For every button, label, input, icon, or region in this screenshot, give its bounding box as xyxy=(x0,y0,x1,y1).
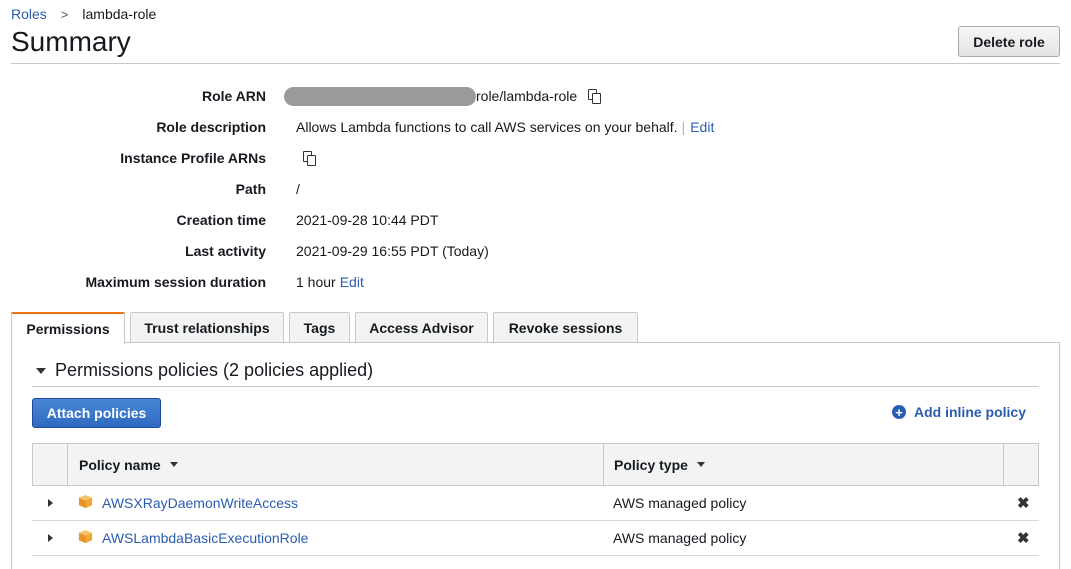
role-description-label: Role description xyxy=(156,119,266,135)
aws-policy-box-icon xyxy=(78,494,93,508)
role-arn-row: Role ARN role/lambda-role xyxy=(0,86,1071,106)
page-title: Summary xyxy=(11,26,131,57)
plus-circle-icon: + xyxy=(892,405,906,419)
sort-caret-icon xyxy=(696,462,705,467)
path-row: Path / xyxy=(0,179,1071,199)
max-session-value: 1 hour xyxy=(296,274,336,290)
last-activity-value: 2021-09-29 16:55 PDT (Today) xyxy=(296,243,489,259)
add-inline-policy-label: Add inline policy xyxy=(914,404,1027,420)
tab-access-advisor[interactable]: Access Advisor xyxy=(355,312,488,343)
copy-icon[interactable] xyxy=(302,150,318,166)
redacted-arn-prefix xyxy=(284,86,476,106)
close-icon[interactable]: ✖ xyxy=(1017,521,1030,555)
policy-type: AWS managed policy xyxy=(613,495,747,511)
path-value: / xyxy=(296,181,300,197)
delete-role-button[interactable]: Delete role xyxy=(958,26,1060,57)
breadcrumb-separator: > xyxy=(60,6,69,22)
copy-icon[interactable] xyxy=(587,88,603,104)
aws-policy-box-icon xyxy=(78,529,93,543)
policy-name-header[interactable]: Policy name xyxy=(79,444,178,485)
edit-session-link[interactable]: Edit xyxy=(340,274,364,290)
instance-profile-row: Instance Profile ARNs xyxy=(0,148,1071,168)
breadcrumb: Roles > lambda-role xyxy=(11,6,156,22)
expand-row-icon[interactable] xyxy=(48,486,53,520)
edit-description-link[interactable]: Edit xyxy=(690,119,714,135)
policies-table: Policy name Policy type AWSXRayDaemonWri… xyxy=(32,443,1039,556)
caret-down-icon xyxy=(36,367,46,374)
role-description-row: Role description Allows Lambda functions… xyxy=(0,117,1071,137)
breadcrumb-roles-link[interactable]: Roles xyxy=(11,6,47,22)
max-session-label: Maximum session duration xyxy=(85,274,266,290)
table-row: AWSLambdaBasicExecutionRole AWS managed … xyxy=(32,521,1039,556)
last-activity-row: Last activity 2021-09-29 16:55 PDT (Toda… xyxy=(0,241,1071,261)
close-icon[interactable]: ✖ xyxy=(1017,486,1030,520)
tab-trust-relationships[interactable]: Trust relationships xyxy=(130,312,284,343)
description-separator: | xyxy=(681,119,686,135)
policy-name-link[interactable]: AWSLambdaBasicExecutionRole xyxy=(102,530,308,546)
role-arn-value: role/lambda-role xyxy=(476,88,578,104)
header-divider xyxy=(11,63,1060,64)
permissions-section-toggle[interactable]: Permissions policies (2 policies applied… xyxy=(36,360,373,381)
table-row: AWSXRayDaemonWriteAccess AWS managed pol… xyxy=(32,486,1039,521)
sort-caret-icon xyxy=(169,462,178,467)
role-arn-label: Role ARN xyxy=(201,88,266,104)
table-header: Policy name Policy type xyxy=(32,443,1039,486)
policy-type: AWS managed policy xyxy=(613,530,747,546)
tab-revoke-sessions[interactable]: Revoke sessions xyxy=(493,312,638,343)
expand-row-icon[interactable] xyxy=(48,521,53,555)
add-inline-policy-link[interactable]: + Add inline policy xyxy=(892,404,1026,420)
last-activity-label: Last activity xyxy=(185,243,266,259)
max-session-row: Maximum session duration 1 hour Edit xyxy=(0,272,1071,292)
tab-bar: Permissions Trust relationships Tags Acc… xyxy=(11,312,643,344)
section-divider xyxy=(32,386,1039,387)
tab-tags[interactable]: Tags xyxy=(289,312,350,343)
instance-profile-label: Instance Profile ARNs xyxy=(120,150,266,166)
permissions-section-title: Permissions policies (2 policies applied… xyxy=(55,360,374,380)
path-label: Path xyxy=(235,181,266,197)
role-description-value: Allows Lambda functions to call AWS serv… xyxy=(296,119,678,135)
policy-type-header[interactable]: Policy type xyxy=(614,444,705,485)
tab-permissions[interactable]: Permissions xyxy=(11,312,125,344)
creation-time-label: Creation time xyxy=(176,212,266,228)
policy-name-link[interactable]: AWSXRayDaemonWriteAccess xyxy=(102,495,298,511)
breadcrumb-current: lambda-role xyxy=(82,6,157,22)
attach-policies-button[interactable]: Attach policies xyxy=(32,398,161,428)
creation-time-value: 2021-09-28 10:44 PDT xyxy=(296,212,439,228)
creation-time-row: Creation time 2021-09-28 10:44 PDT xyxy=(0,210,1071,230)
